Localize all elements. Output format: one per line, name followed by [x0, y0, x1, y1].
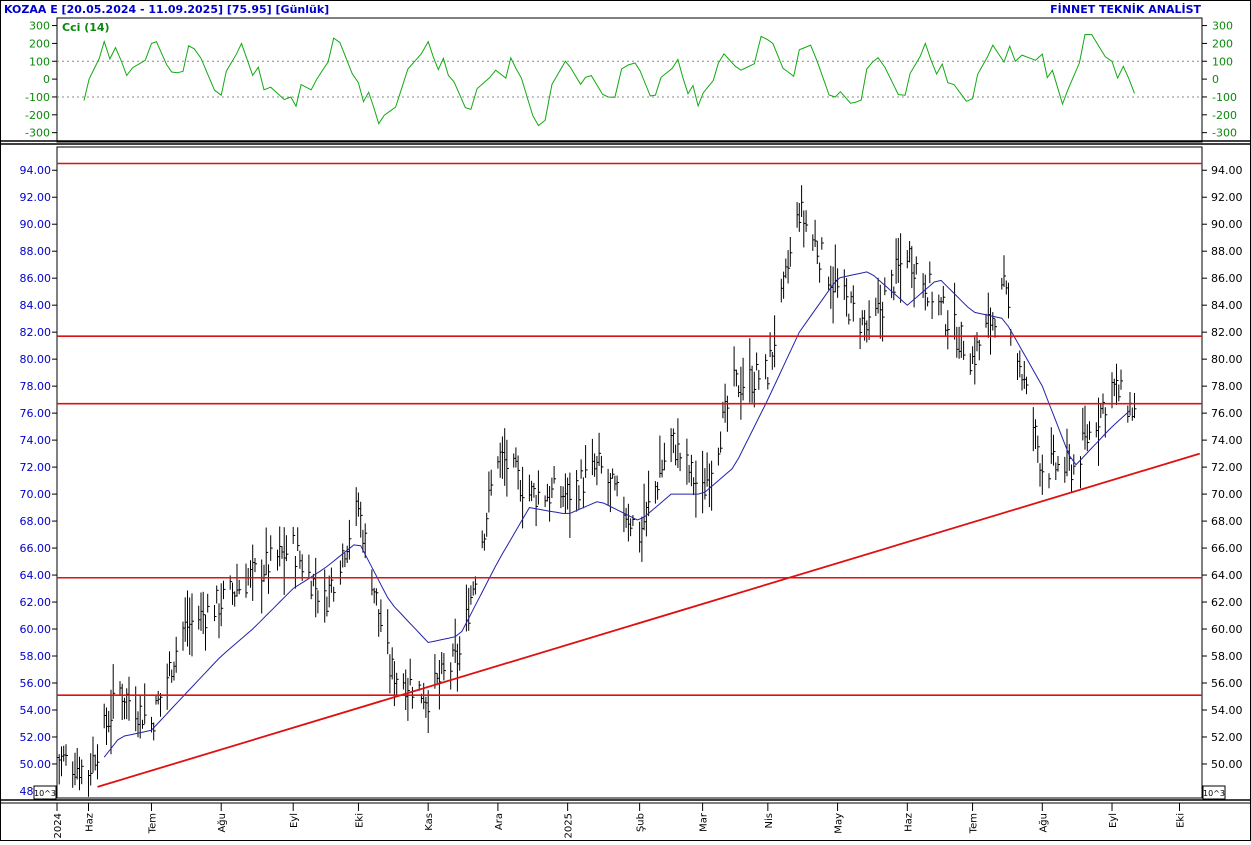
cci-tick-label-right: 300: [1212, 20, 1233, 33]
x-tick-label: 2024: [53, 813, 64, 838]
price-tick-label-right: 82.00: [1211, 326, 1243, 339]
scale-tag-left-text: 10^3: [34, 789, 56, 798]
price-tick-label-right: 56.00: [1211, 677, 1243, 690]
cci-tick-label: -300: [25, 127, 50, 140]
x-tick-label: Şub: [636, 813, 647, 832]
price-tick-label: 68.00: [20, 515, 52, 528]
x-tick-label: Kas: [424, 813, 435, 831]
cci-tick-label: 0: [43, 73, 50, 86]
x-tick-label: Eyl: [1108, 813, 1119, 828]
price-tick-label-right: 66.00: [1211, 542, 1243, 555]
price-tick-label-right: 78.00: [1211, 380, 1243, 393]
outer-frame: [0, 0, 1251, 841]
price-tick-label-right: 50.00: [1211, 758, 1243, 771]
scale-tag-right-text: 10^3: [1203, 789, 1225, 798]
header-right: FİNNET TEKNİK ANALİST: [1050, 2, 1201, 16]
x-tick-label: Eki: [1176, 813, 1187, 828]
price-tick-label: 88.00: [20, 245, 52, 258]
x-tick-label: Eyl: [289, 813, 300, 828]
price-tick-label: 70.00: [20, 488, 52, 501]
price-tick-label-right: 90.00: [1211, 218, 1243, 231]
price-tick-label: 76.00: [20, 407, 52, 420]
price-tick-label-right: 68.00: [1211, 515, 1243, 528]
cci-tick-label-right: -100: [1212, 91, 1237, 104]
price-tick-label-right: 60.00: [1211, 623, 1243, 636]
chart-canvas: KOZAA E [20.05.2024 - 11.09.2025] [75.95…: [0, 0, 1251, 841]
price-tick-label: 84.00: [20, 299, 52, 312]
x-tick-label: Ağu: [1037, 813, 1049, 833]
cci-tick-label-right: 100: [1212, 55, 1233, 68]
cci-tick-label-right: 0: [1212, 73, 1219, 86]
price-tick-label-right: 62.00: [1211, 596, 1243, 609]
cci-tick-label-right: -300: [1212, 127, 1237, 140]
price-tick-label-right: 86.00: [1211, 272, 1243, 285]
price-tick-label: 52.00: [20, 731, 52, 744]
price-tick-label: 78.00: [20, 380, 52, 393]
price-tick-label: 58.00: [20, 650, 52, 663]
scale-tag-left: 10^3: [33, 785, 57, 800]
price-tick-label: 74.00: [20, 434, 52, 447]
price-tick-label-right: 70.00: [1211, 488, 1243, 501]
price-tick-label: 50.00: [20, 758, 52, 771]
price-tick-label-right: 84.00: [1211, 299, 1243, 312]
cci-tick-label-right: 200: [1212, 37, 1233, 50]
price-tick-label: 82.00: [20, 326, 52, 339]
cci-tick-label: 300: [29, 20, 50, 33]
price-tick-label: 90.00: [20, 218, 52, 231]
x-tick-label: May: [834, 813, 845, 834]
price-tick-label-right: 72.00: [1211, 461, 1243, 474]
price-tick-label: 62.00: [20, 596, 52, 609]
price-tick-label: 54.00: [20, 704, 52, 717]
price-tick-label: 92.00: [20, 191, 52, 204]
price-tick-label-right: 74.00: [1211, 434, 1243, 447]
price-tick-label: 66.00: [20, 542, 52, 555]
price-tick-label: 86.00: [20, 272, 52, 285]
price-tick-label-right: 92.00: [1211, 191, 1243, 204]
price-tick-label: 56.00: [20, 677, 52, 690]
price-tick-label-right: 64.00: [1211, 569, 1243, 582]
x-tick-label: Tem: [969, 813, 980, 834]
x-tick-label: Ağu: [216, 813, 228, 833]
x-tick-label: Nis: [764, 813, 775, 828]
price-tick-label: 80.00: [20, 353, 52, 366]
price-tick-label: 72.00: [20, 461, 52, 474]
cci-tick-label: 200: [29, 37, 50, 50]
price-tick-label-right: 94.00: [1211, 164, 1243, 177]
x-tick-label: Ara: [494, 813, 505, 830]
chart-root: KOZAA E [20.05.2024 - 11.09.2025] [75.95…: [0, 0, 1251, 841]
cci-label: Cci (14): [62, 21, 110, 34]
price-tick-label: 94.00: [20, 164, 52, 177]
cci-tick-label-right: -200: [1212, 109, 1237, 122]
x-tick-label: Haz: [903, 813, 914, 832]
price-tick-label-right: 76.00: [1211, 407, 1243, 420]
price-tick-label-right: 54.00: [1211, 704, 1243, 717]
price-tick-label-right: 80.00: [1211, 353, 1243, 366]
cci-tick-label: -100: [25, 91, 50, 104]
x-tick-label: Eki: [354, 813, 365, 828]
scale-tag-right: 10^3: [1202, 785, 1226, 800]
price-tick-label: 64.00: [20, 569, 52, 582]
cci-tick-label: -200: [25, 109, 50, 122]
cci-tick-label: 100: [29, 55, 50, 68]
price-tick-label: 60.00: [20, 623, 52, 636]
x-tick-label: 2025: [564, 813, 575, 838]
price-tick-label-right: 58.00: [1211, 650, 1243, 663]
x-tick-label: Mar: [699, 812, 710, 832]
x-tick-label: Haz: [84, 813, 95, 832]
price-tick-label-right: 88.00: [1211, 245, 1243, 258]
x-tick-label: Tem: [147, 813, 158, 834]
price-tick-label-right: 52.00: [1211, 731, 1243, 744]
header-left: KOZAA E [20.05.2024 - 11.09.2025] [75.95…: [4, 3, 329, 16]
